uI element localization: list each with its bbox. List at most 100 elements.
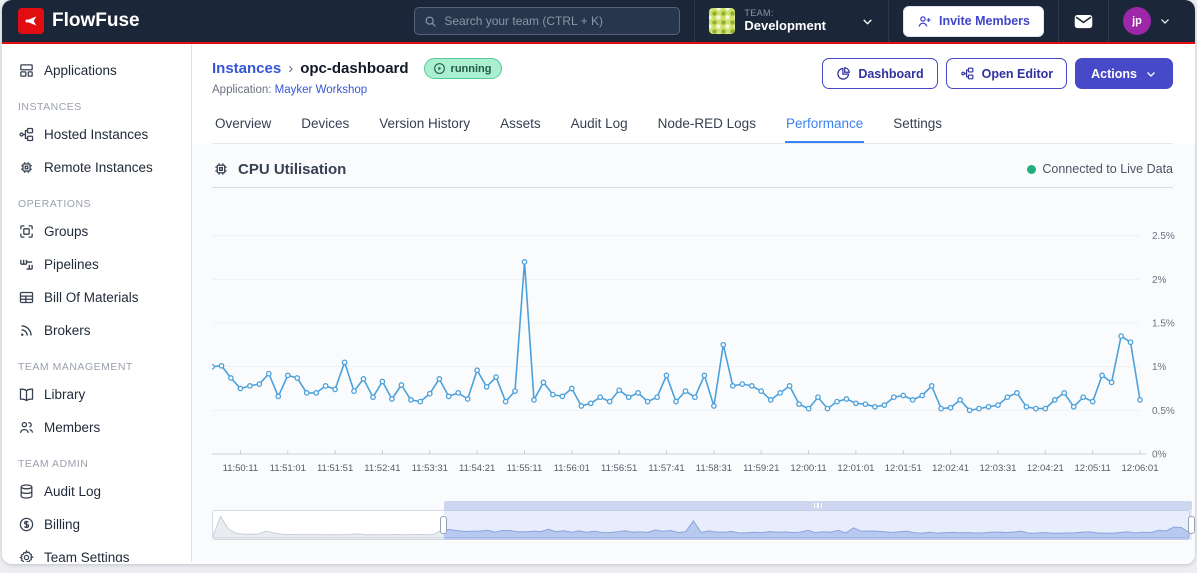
svg-text:11:50:11: 11:50:11: [223, 463, 259, 474]
sidebar-item-billing[interactable]: Billing: [2, 508, 191, 541]
instance-header: Instances › opc-dashboard running Applic…: [192, 44, 1195, 144]
sidebar-item-audit-log[interactable]: Audit Log: [2, 475, 191, 508]
search-input[interactable]: [444, 14, 671, 28]
svg-text:11:59:21: 11:59:21: [743, 463, 779, 474]
svg-text:11:51:51: 11:51:51: [317, 463, 353, 474]
chart-time-navigator: [212, 501, 1195, 541]
instance-tabs: Overview Devices Version History Assets …: [212, 112, 1173, 144]
application-link[interactable]: Mayker Workshop: [275, 84, 367, 96]
flowfuse-logo[interactable]: FlowFuse: [18, 8, 140, 34]
pipelines-icon: [20, 259, 33, 270]
svg-text:12:06:01: 12:06:01: [1122, 463, 1159, 474]
tab-version-history[interactable]: Version History: [378, 112, 471, 143]
sidebar-item-bill-of-materials[interactable]: Bill Of Materials: [2, 281, 191, 314]
navigator-handle-right[interactable]: [1188, 516, 1195, 534]
tab-devices[interactable]: Devices: [300, 112, 350, 143]
user-menu[interactable]: jp: [1108, 0, 1185, 42]
chart-title: CPU Utilisation: [238, 160, 347, 178]
svg-text:12:01:01: 12:01:01: [837, 463, 874, 474]
chevron-down-icon: [1147, 71, 1155, 77]
svg-text:11:53:31: 11:53:31: [412, 463, 448, 474]
tab-settings[interactable]: Settings: [892, 112, 943, 143]
tab-audit-log[interactable]: Audit Log: [570, 112, 629, 143]
svg-text:2.5%: 2.5%: [1152, 231, 1175, 242]
pie-chart-icon: [837, 67, 851, 80]
library-icon: [19, 388, 34, 402]
sidebar-item-groups[interactable]: Groups: [2, 215, 191, 248]
sidebar-section-instances: INSTANCES: [18, 101, 82, 113]
team-selector[interactable]: TEAM: Development: [694, 0, 888, 42]
node-editor-icon: [960, 67, 974, 80]
navigator-handle-left[interactable]: [440, 516, 448, 534]
audit-log-icon: [20, 484, 33, 499]
svg-text:12:04:21: 12:04:21: [1027, 463, 1064, 474]
sidebar-item-library[interactable]: Library: [2, 378, 191, 411]
svg-text:11:57:41: 11:57:41: [648, 463, 684, 474]
sidebar-item-brokers[interactable]: Brokers: [2, 314, 191, 347]
dashboard-button[interactable]: Dashboard: [822, 58, 938, 89]
cpu-icon: [215, 163, 227, 175]
chevron-down-icon: [863, 18, 872, 25]
sidebar-section-operations: OPERATIONS: [18, 198, 92, 210]
tab-node-red-logs[interactable]: Node-RED Logs: [657, 112, 757, 143]
chevron-down-icon: [1161, 19, 1169, 24]
svg-text:11:56:51: 11:56:51: [601, 463, 637, 474]
tab-performance[interactable]: Performance: [784, 112, 865, 143]
flowfuse-logo-icon: [18, 8, 44, 34]
svg-text:12:01:51: 12:01:51: [885, 463, 922, 474]
actions-button[interactable]: Actions: [1075, 58, 1173, 89]
svg-text:2%: 2%: [1152, 275, 1167, 286]
application-label: Application:: [212, 84, 272, 96]
navigator-move-handle[interactable]: [444, 501, 1192, 510]
members-icon: [19, 421, 34, 433]
instance-name: opc-dashboard: [300, 60, 409, 77]
team-search[interactable]: [414, 7, 681, 35]
sidebar-item-applications[interactable]: Applications: [2, 54, 191, 87]
performance-content: CPU Utilisation Connected to Live Data 0…: [192, 144, 1195, 562]
team-name: Development: [744, 17, 826, 33]
status-badge: running: [423, 58, 503, 79]
invite-members-button[interactable]: Invite Members: [902, 5, 1044, 37]
cpu-line-chart: 0% 0.5% 1% 1.5% 2% 2.5% 11:50:11 11:51:01 11:51:…: [209, 231, 1175, 474]
svg-text:12:03:31: 12:03:31: [979, 463, 1016, 474]
top-navbar: FlowFuse TEAM: Development Invite Member…: [2, 0, 1195, 44]
navigator-selection[interactable]: [444, 501, 1192, 540]
main-panel: Instances › opc-dashboard running Applic…: [192, 44, 1195, 562]
app-window: FlowFuse TEAM: Development Invite Member…: [2, 0, 1195, 564]
breadcrumb-separator: ›: [288, 60, 294, 77]
svg-text:1%: 1%: [1152, 362, 1167, 373]
svg-text:11:52:41: 11:52:41: [364, 463, 400, 474]
bill-of-materials-icon: [19, 291, 34, 304]
sidebar-item-hosted-instances[interactable]: Hosted Instances: [2, 118, 191, 151]
navbar-right: TEAM: Development Invite Members jp: [414, 0, 1185, 42]
breadcrumb-instances-link[interactable]: Instances: [212, 60, 281, 77]
search-icon: [425, 16, 437, 27]
open-editor-button[interactable]: Open Editor: [945, 58, 1068, 89]
play-circle-icon: [433, 63, 445, 74]
svg-text:11:54:21: 11:54:21: [459, 463, 495, 474]
sidebar-item-members[interactable]: Members: [2, 411, 191, 444]
sidebar-item-pipelines[interactable]: Pipelines: [2, 248, 191, 281]
breadcrumb: Instances › opc-dashboard running: [212, 58, 503, 79]
svg-text:1.5%: 1.5%: [1152, 319, 1175, 330]
svg-text:11:51:01: 11:51:01: [270, 463, 306, 474]
svg-text:12:00:11: 12:00:11: [790, 463, 826, 474]
brand-name: FlowFuse: [52, 10, 140, 31]
svg-text:11:56:01: 11:56:01: [554, 463, 590, 474]
svg-text:0.5%: 0.5%: [1152, 406, 1175, 417]
svg-text:0%: 0%: [1152, 450, 1167, 461]
svg-text:12:02:41: 12:02:41: [932, 463, 969, 474]
tab-assets[interactable]: Assets: [499, 112, 542, 143]
svg-text:12:05:11: 12:05:11: [1075, 463, 1111, 474]
user-plus-icon: [918, 15, 931, 27]
gear-icon: [19, 549, 34, 562]
sidebar: Applications INSTANCES Hosted Instances …: [2, 44, 192, 562]
sidebar-section-team-management: TEAM MANAGEMENT: [18, 361, 133, 373]
mail-button[interactable]: [1058, 0, 1108, 42]
team-avatar: [709, 8, 736, 34]
tab-overview[interactable]: Overview: [214, 112, 272, 143]
applications-icon: [20, 64, 33, 77]
svg-text:11:58:31: 11:58:31: [696, 463, 732, 474]
sidebar-item-team-settings[interactable]: Team Settings: [2, 541, 191, 562]
sidebar-item-remote-instances[interactable]: Remote Instances: [2, 151, 191, 184]
